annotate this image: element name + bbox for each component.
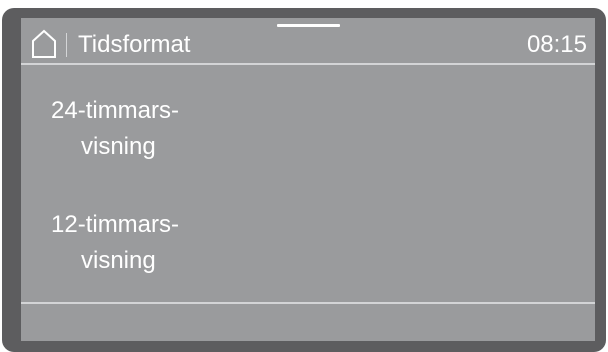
header-divider-line xyxy=(21,63,595,65)
page-title: Tidsformat xyxy=(78,31,191,58)
header-divider xyxy=(66,33,67,57)
option-label-line2: visning xyxy=(81,133,156,160)
option-label-line1: 12-timmars- xyxy=(51,211,180,238)
footer-divider-line xyxy=(21,302,595,304)
option-label-line1: 24-timmars- xyxy=(51,97,180,124)
home-icon[interactable] xyxy=(31,29,57,59)
clock: 08:15 xyxy=(526,31,587,58)
option-12-hour[interactable]: 12-timmars- visning xyxy=(21,210,221,290)
header-bar: Tidsformat 08:15 xyxy=(21,27,595,61)
display-screen: Tidsformat 08:15 24-timmars- visning 12-… xyxy=(21,18,595,341)
option-label-line2: visning xyxy=(81,247,156,274)
option-24-hour[interactable]: 24-timmars- visning xyxy=(21,96,221,176)
